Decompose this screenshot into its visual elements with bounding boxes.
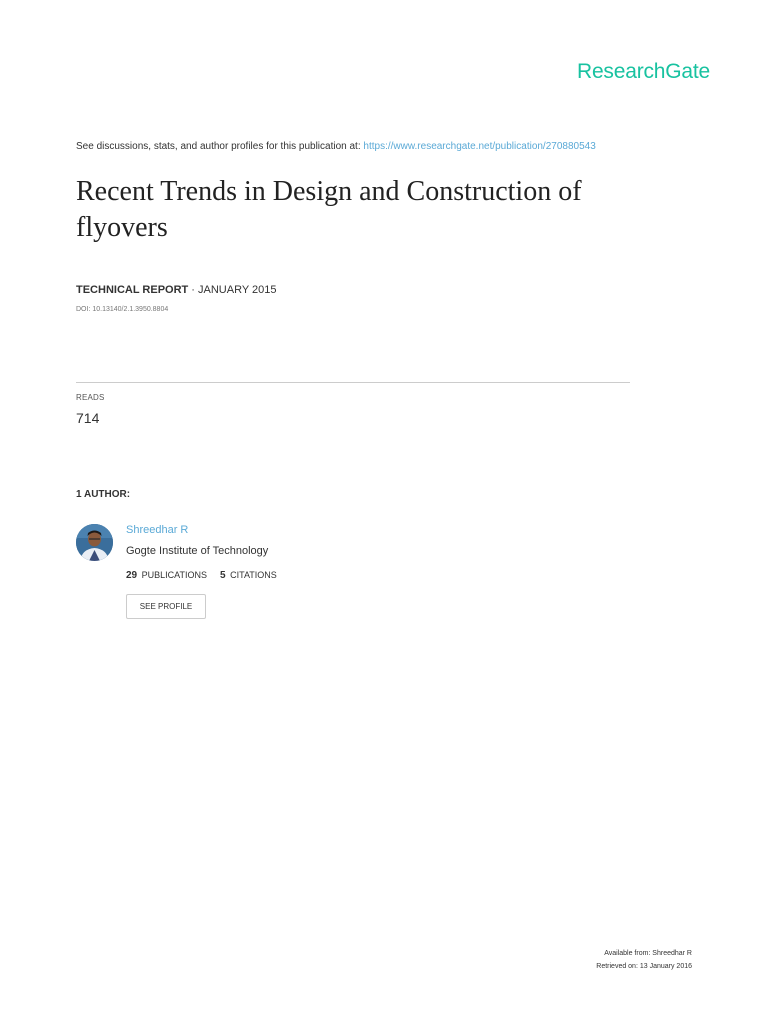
author-avatar[interactable]	[76, 524, 113, 561]
author-photo-icon	[76, 524, 113, 561]
meta-separator: ·	[188, 284, 199, 296]
publication-doi: DOI: 10.13140/2.1.3950.8804	[76, 306, 169, 313]
author-stats: 29 PUBLICATIONS 5 CITATIONS	[126, 570, 277, 581]
citations-count: 5	[220, 570, 226, 581]
publication-meta: TECHNICAL REPORT · JANUARY 2015	[76, 284, 277, 296]
author-institution: Gogte Institute of Technology	[126, 545, 269, 557]
see-profile-button[interactable]: SEE PROFILE	[126, 594, 206, 619]
citations-label: CITATIONS	[230, 570, 277, 580]
cover-page: ResearchGate See discussions, stats, and…	[0, 0, 768, 1024]
reads-label: READS	[76, 393, 105, 402]
researchgate-logo[interactable]: ResearchGate	[577, 60, 710, 84]
authors-heading: 1 AUTHOR:	[76, 489, 131, 500]
discussion-line: See discussions, stats, and author profi…	[76, 141, 596, 152]
publication-title: Recent Trends in Design and Construction…	[76, 176, 582, 243]
publication-date: JANUARY 2015	[198, 284, 277, 296]
retrieved-on: Retrieved on: 13 January 2016	[596, 963, 692, 970]
footer-info: Available from: Shreedhar R Retrieved on…	[596, 947, 692, 973]
discussion-text: See discussions, stats, and author profi…	[76, 141, 364, 152]
publications-label: PUBLICATIONS	[141, 570, 207, 580]
available-from: Available from: Shreedhar R	[604, 950, 692, 957]
divider	[76, 382, 630, 383]
reads-count: 714	[76, 410, 100, 426]
publications-count: 29	[126, 570, 138, 581]
publication-url-link[interactable]: https://www.researchgate.net/publication…	[363, 141, 595, 152]
author-name-link[interactable]: Shreedhar R	[126, 524, 188, 536]
publication-type: TECHNICAL REPORT	[76, 284, 189, 296]
